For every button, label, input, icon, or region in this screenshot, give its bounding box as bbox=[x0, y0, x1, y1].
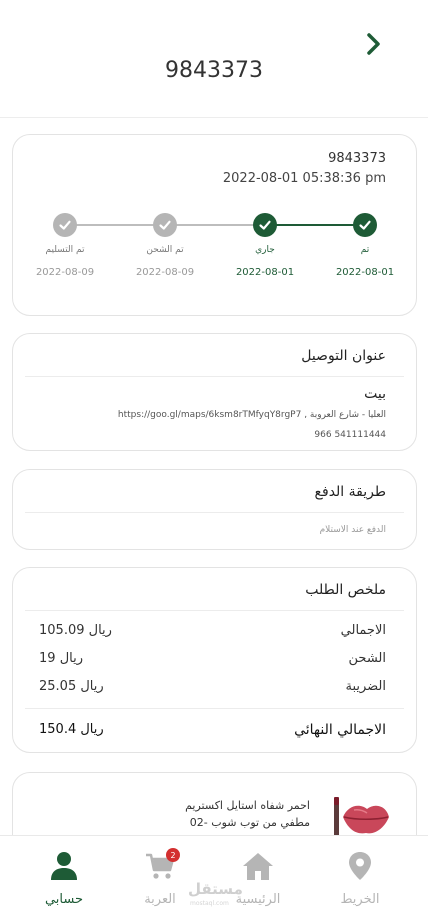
summary-value: 19 ريال bbox=[39, 651, 83, 666]
order-status-card: 9843373 2022-08-01 05:38:36 pm تم 2022-0… bbox=[12, 134, 417, 316]
product-name-line2: مطفي من توب شوب -02 bbox=[189, 816, 310, 829]
nav-label: حسابي bbox=[44, 892, 84, 907]
payment-method: الدفع عند الاستلام bbox=[319, 525, 386, 535]
check-icon bbox=[359, 220, 371, 230]
product-name-line1: احمر شفاه استايل اكستريم bbox=[185, 799, 310, 812]
address-name: بيت bbox=[364, 386, 386, 402]
step-delivered: تم التسليم 2022-08-09 bbox=[20, 213, 110, 278]
summary-row-tax: الضريبة 25.05 ريال bbox=[39, 679, 386, 699]
step-processing: جاري 2022-08-01 bbox=[220, 213, 310, 278]
step-label: تم الشحن bbox=[146, 245, 184, 255]
step-circle bbox=[53, 213, 77, 237]
bottom-nav: حسابي 2 العربة الرئيسية الخريط مستقل mos… bbox=[0, 835, 428, 924]
person-icon bbox=[51, 852, 77, 880]
product-name: احمر شفاه استايل اكستريم مطفي من توب شوب… bbox=[110, 797, 310, 831]
nav-icon-wrap: 2 bbox=[120, 848, 200, 882]
divider bbox=[25, 708, 404, 709]
header: 9843373 bbox=[0, 0, 428, 118]
check-icon bbox=[159, 220, 171, 230]
summary-row-subtotal: الاجمالي 105.09 ريال bbox=[39, 623, 386, 643]
divider bbox=[25, 512, 404, 513]
map-pin-icon bbox=[349, 852, 371, 880]
lipstick-icon bbox=[334, 797, 389, 837]
step-circle bbox=[253, 213, 277, 237]
summary-title: ملخص الطلب bbox=[305, 582, 386, 598]
page-title: 9843373 bbox=[165, 58, 263, 83]
nav-icon-wrap bbox=[218, 850, 298, 882]
step-date: 2022-08-09 bbox=[35, 267, 95, 278]
summary-label: الضريبة bbox=[345, 679, 386, 694]
address-card: عنوان التوصيل بيت العليا - شارع العروبة … bbox=[12, 333, 417, 451]
total-label: الاجمالي النهائي bbox=[294, 722, 386, 738]
divider bbox=[25, 376, 404, 377]
watermark-logo: مستقل bbox=[188, 880, 243, 898]
step-date: 2022-08-09 bbox=[135, 267, 195, 278]
watermark-url: mostaql.com bbox=[190, 900, 229, 907]
step-circle bbox=[153, 213, 177, 237]
total-value: 150.4 ريال bbox=[39, 722, 104, 737]
nav-item-account[interactable]: حسابي bbox=[24, 850, 104, 907]
summary-value: 105.09 ريال bbox=[39, 623, 112, 638]
step-date: 2022-08-01 bbox=[235, 267, 295, 278]
check-icon bbox=[259, 220, 271, 230]
step-label: تم bbox=[360, 245, 370, 255]
nav-icon-wrap bbox=[24, 850, 104, 882]
divider bbox=[25, 610, 404, 611]
step-label: تم التسليم bbox=[45, 245, 85, 255]
step-shipped: تم الشحن 2022-08-09 bbox=[120, 213, 210, 278]
step-label: جاري bbox=[255, 245, 275, 255]
address-line: العليا - شارع العروبة , https://goo.gl/m… bbox=[117, 410, 386, 420]
order-datetime: 2022-08-01 05:38:36 pm bbox=[222, 171, 386, 186]
summary-label: الاجمالي bbox=[340, 623, 386, 638]
cart-badge: 2 bbox=[166, 848, 180, 862]
back-button[interactable] bbox=[360, 30, 388, 58]
order-summary-card: ملخص الطلب الاجمالي 105.09 ريال الشحن 19… bbox=[12, 567, 417, 753]
summary-value: 25.05 ريال bbox=[39, 679, 104, 694]
summary-row-total: الاجمالي النهائي 150.4 ريال bbox=[39, 722, 386, 742]
order-tracker: تم 2022-08-01 جاري 2022-08-01 تم الشحن 2… bbox=[13, 213, 418, 293]
address-title: عنوان التوصيل bbox=[301, 348, 386, 364]
step-circle bbox=[353, 213, 377, 237]
summary-row-shipping: الشحن 19 ريال bbox=[39, 651, 386, 671]
payment-card: طريقة الدفع الدفع عند الاستلام bbox=[12, 469, 417, 550]
nav-label: الخريط bbox=[340, 892, 380, 907]
step-date: 2022-08-01 bbox=[335, 267, 395, 278]
nav-icon-wrap bbox=[320, 850, 400, 882]
step-done: تم 2022-08-01 bbox=[320, 213, 410, 278]
chevron-right-icon bbox=[367, 33, 380, 55]
order-number: 9843373 bbox=[328, 151, 386, 166]
payment-title: طريقة الدفع bbox=[314, 484, 386, 500]
home-icon bbox=[243, 853, 273, 880]
product-image bbox=[334, 795, 390, 839]
address-phone: 966 541111444 bbox=[314, 430, 386, 440]
nav-item-map[interactable]: الخريط bbox=[320, 850, 400, 907]
summary-label: الشحن bbox=[348, 651, 386, 666]
nav-item-cart[interactable]: 2 العربة bbox=[120, 848, 200, 907]
check-icon bbox=[59, 220, 71, 230]
nav-item-home[interactable]: الرئيسية bbox=[218, 850, 298, 907]
